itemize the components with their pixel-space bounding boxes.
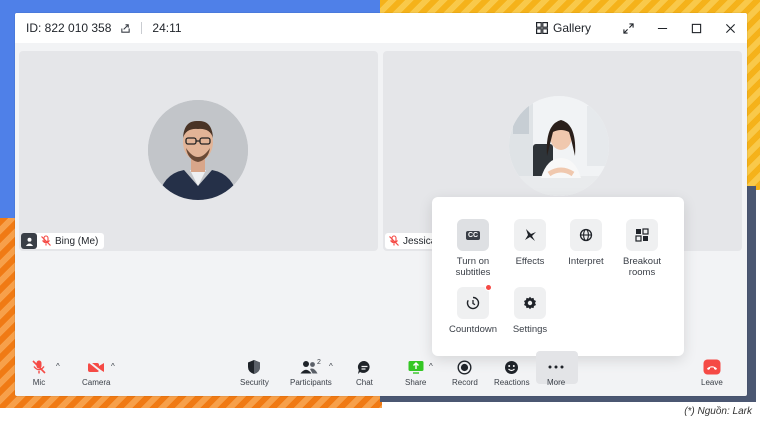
menu-item-subtitles[interactable]: CC Turn on subtitles: [445, 219, 501, 278]
reactions-label: Reactions: [494, 378, 530, 387]
share-options-caret-icon[interactable]: ^: [429, 362, 433, 371]
menu-item-countdown[interactable]: Countdown: [445, 284, 501, 335]
grid-icon: [626, 219, 658, 251]
menu-item-label: Settings: [512, 324, 548, 335]
camera-button[interactable]: Camera: [82, 358, 110, 387]
minimize-button[interactable]: [645, 13, 679, 43]
mic-muted-icon: [388, 235, 400, 247]
mic-muted-icon: [40, 235, 52, 247]
chat-button[interactable]: Chat: [356, 358, 373, 387]
participant-name: Bing (Me): [55, 235, 99, 247]
man-portrait-image: [148, 100, 248, 200]
notification-dot: [485, 284, 492, 291]
globe-icon: [570, 219, 602, 251]
leave-label: Leave: [701, 378, 723, 387]
security-button[interactable]: Security: [240, 358, 269, 387]
participants-icon: 2: [300, 358, 322, 376]
participants-count: 2: [316, 358, 321, 366]
title-actions: Gallery: [535, 13, 747, 43]
woman-portrait-image: [509, 96, 609, 196]
record-label: Record: [452, 378, 478, 387]
user-icon: [21, 233, 37, 249]
source-caption: (*) Nguồn: Lark: [684, 406, 752, 417]
expand-icon: [622, 22, 634, 34]
meeting-window: ID: 822 010 358 24:11 Gallery Bing (Me) …: [15, 13, 747, 396]
share-button[interactable]: Share: [405, 358, 426, 387]
mic-label: Mic: [32, 378, 46, 387]
minimize-icon: [657, 27, 667, 29]
timer-icon: [457, 284, 492, 319]
menu-item-label: Turn on subtitles: [455, 256, 491, 278]
participants-button[interactable]: 2 Participants: [290, 358, 332, 388]
gear-icon: [514, 287, 546, 319]
leave-phone-icon: [703, 358, 721, 376]
screenshot-stage: ID: 822 010 358 24:11 Gallery Bing (Me) …: [0, 0, 760, 421]
cc-glyph: CC: [465, 230, 481, 240]
menu-item-interpret[interactable]: Interpret: [558, 219, 614, 267]
record-icon: [457, 358, 472, 376]
mic-off-icon: [31, 358, 47, 376]
gallery-view-button[interactable]: Gallery: [535, 21, 591, 35]
chat-label: Chat: [356, 378, 373, 387]
title-divider: [141, 22, 143, 34]
more-button[interactable]: More: [547, 358, 565, 387]
participant-name-tag: Bing (Me): [21, 233, 105, 249]
security-label: Security: [240, 378, 269, 387]
share-link-icon[interactable]: [119, 22, 131, 34]
share-label: Share: [405, 378, 427, 387]
meeting-toolbar: Mic ^ Camera ^ Security 2 Participants ^…: [15, 351, 747, 396]
sparkle-icon: [514, 219, 546, 251]
title-bar: ID: 822 010 358 24:11 Gallery: [15, 13, 747, 43]
maximize-button[interactable]: [679, 13, 713, 43]
reactions-button[interactable]: Reactions: [494, 358, 530, 387]
menu-item-label: Effects: [515, 256, 545, 267]
shield-icon: [247, 358, 261, 376]
more-label: More: [547, 378, 566, 387]
camera-options-caret-icon[interactable]: ^: [111, 362, 115, 371]
share-screen-icon: [408, 358, 424, 376]
cc-icon: CC: [457, 219, 489, 251]
smiley-icon: [504, 358, 519, 376]
menu-item-label: Interpret: [568, 256, 604, 267]
participant-avatar: [148, 100, 248, 200]
menu-item-label: Breakout rooms: [622, 256, 662, 278]
maximize-icon: [691, 23, 701, 33]
record-button[interactable]: Record: [452, 358, 478, 387]
gallery-label: Gallery: [552, 21, 591, 35]
participant-avatar: [509, 96, 609, 196]
close-window-button[interactable]: [713, 13, 747, 43]
meeting-timer: 24:11: [152, 21, 182, 35]
gallery-grid-icon: [535, 22, 548, 34]
close-icon: [725, 23, 735, 33]
meeting-id: ID: 822 010 358: [26, 21, 112, 35]
menu-item-breakout-rooms[interactable]: Breakout rooms: [614, 219, 670, 278]
mic-options-caret-icon[interactable]: ^: [56, 362, 60, 371]
participants-options-caret-icon[interactable]: ^: [329, 362, 333, 371]
camera-label: Camera: [82, 378, 111, 387]
more-dots-icon: [548, 358, 564, 376]
mic-button[interactable]: Mic: [31, 358, 47, 387]
camera-off-icon: [87, 358, 105, 376]
leave-button[interactable]: Leave: [701, 358, 723, 387]
participants-label: Participants: [290, 378, 332, 387]
more-options-menu: CC Turn on subtitles Effects Interpret B…: [432, 197, 684, 356]
video-tile-self[interactable]: Bing (Me): [19, 51, 378, 251]
menu-item-settings[interactable]: Settings: [502, 287, 558, 335]
menu-item-effects[interactable]: Effects: [502, 219, 558, 267]
chat-bubble-icon: [357, 358, 372, 376]
fullscreen-button[interactable]: [611, 13, 645, 43]
menu-item-label: Countdown: [448, 324, 498, 335]
